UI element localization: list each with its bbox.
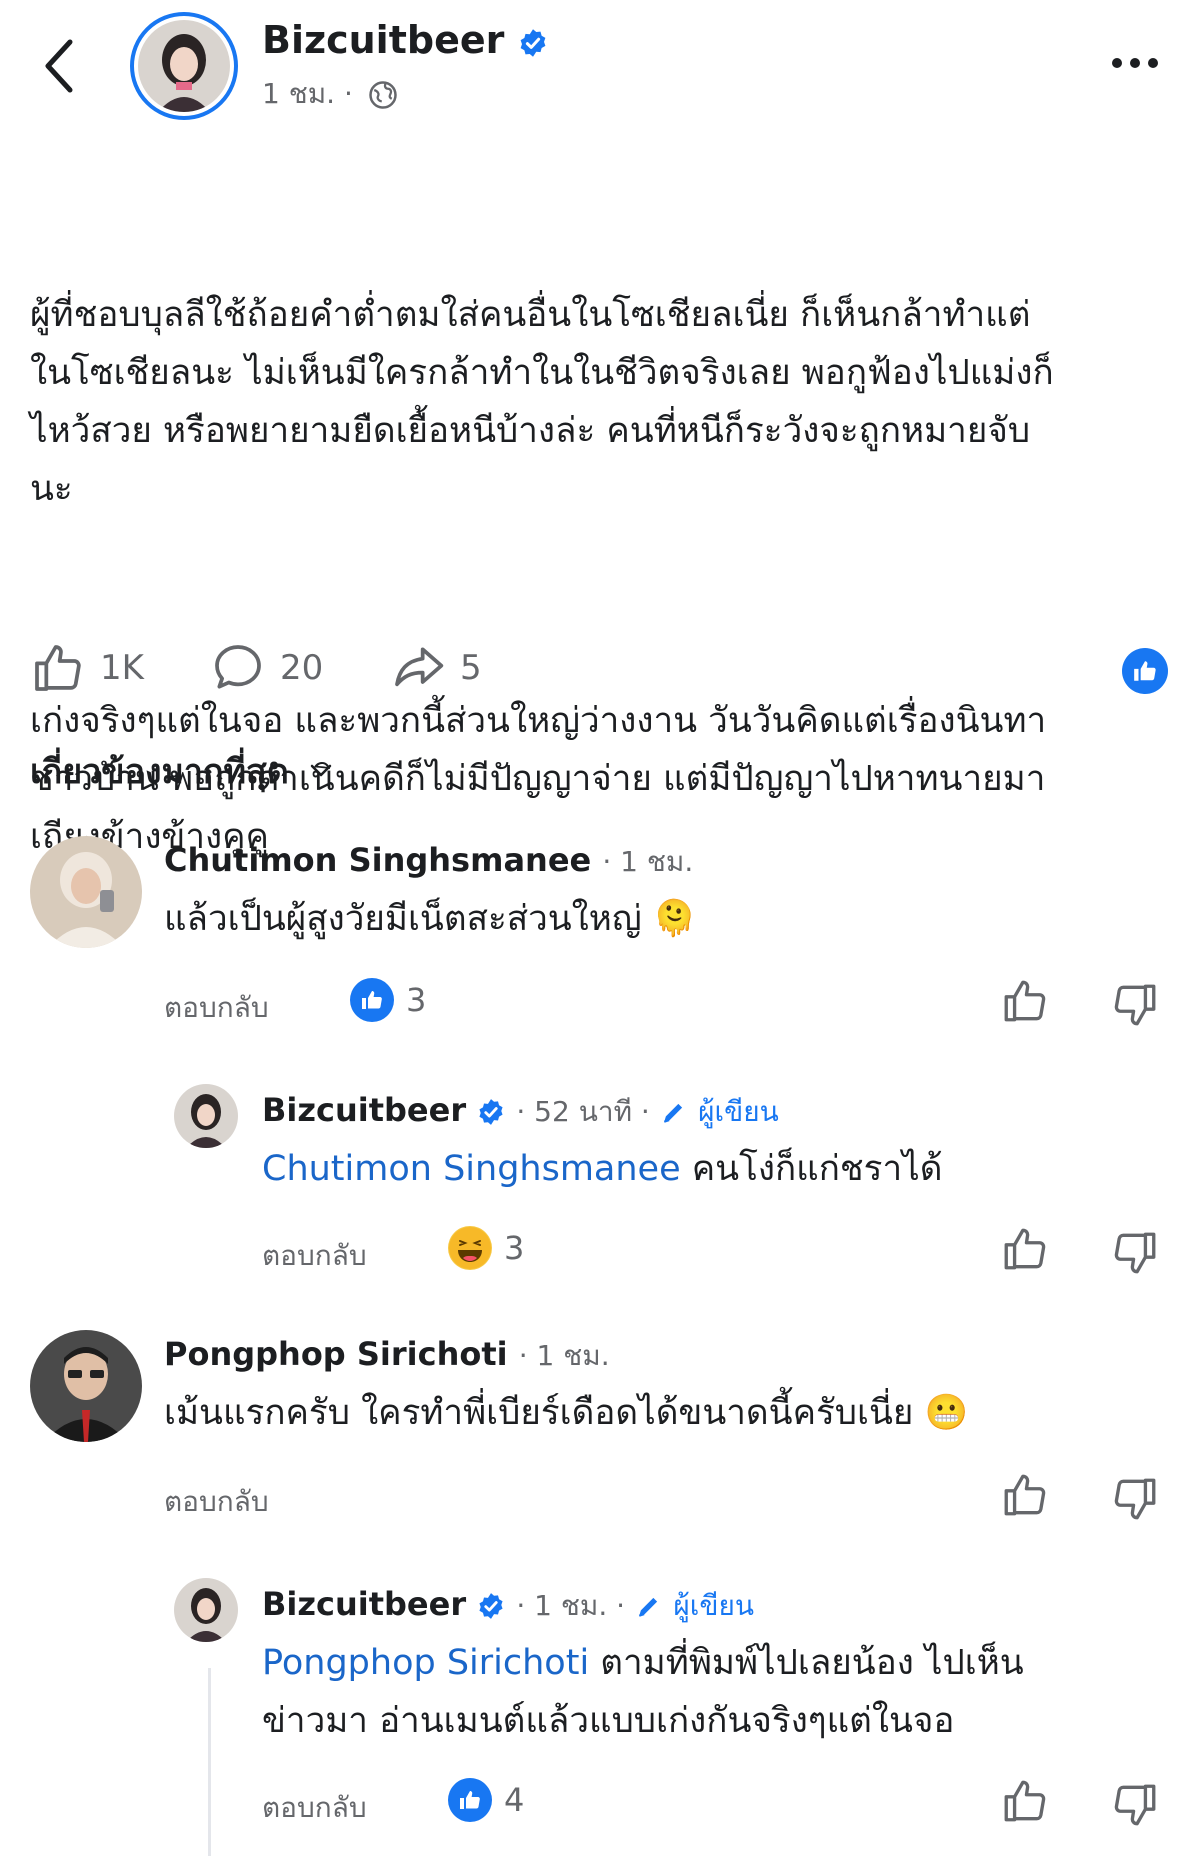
reply-button[interactable]: ตอบกลับ (164, 986, 269, 1030)
comment-text: เม้นแรกครับ ใครทำพี่เบียร์เดือดได้ขนาดนี… (164, 1384, 968, 1442)
comment-text-body: แล้วเป็นผู้สูงวัยมีเน็ตสะส่วนใหญ่ (164, 899, 642, 939)
pencil-icon (639, 1597, 658, 1617)
back-arrow-icon[interactable] (40, 38, 80, 94)
thumbs-up-icon[interactable] (1000, 1776, 1050, 1826)
comment-text-body: เม้นแรกครับ ใครทำพี่เบียร์เดือดได้ขนาดนี… (164, 1393, 914, 1433)
thumbs-up-icon (35, 645, 81, 691)
thumbs-down-icon[interactable] (1110, 1474, 1160, 1524)
reply-author-name[interactable]: Bizcuitbeer (262, 1585, 466, 1623)
comment-bubble-icon (215, 645, 261, 689)
like-reaction-icon (448, 1778, 492, 1822)
reply-header: Bizcuitbeer · 1 ชม. · ผู้เขียน (262, 1584, 754, 1628)
commenter-avatar[interactable] (30, 1330, 142, 1442)
thumbs-up-icon[interactable] (1000, 976, 1050, 1026)
reply-author-avatar[interactable] (174, 1578, 238, 1642)
comment-count: 20 (280, 648, 324, 688)
author-name-text[interactable]: Bizcuitbeer (262, 18, 504, 62)
post-meta: 1 ชม. · (262, 72, 398, 116)
comment-time: · 1 ชม. (602, 845, 694, 878)
thumbs-up-icon[interactable] (1000, 1224, 1050, 1274)
thumbs-up-icon[interactable] (1000, 1470, 1050, 1520)
post-body: ผู้ที่ชอบบุลลีใช้ถ้อยคำต่ำตมใส่คนอื่นในโ… (30, 170, 1180, 924)
reply-time: · 1 ชม. · (516, 1589, 626, 1622)
mention-link[interactable]: Chutimon Singhsmanee (262, 1149, 681, 1189)
thumbs-up-filled-icon (1134, 661, 1156, 681)
reaction-count: 3 (406, 981, 427, 1019)
thread-line (208, 1668, 211, 1856)
reply-text: Pongphop Sirichoti ตามที่พิมพ์ไปเลยน้อง … (262, 1634, 1024, 1750)
comment-header: Chutimon Singhsmanee · 1 ชม. (164, 840, 693, 884)
reply-text-line-1: ตามที่พิมพ์ไปเลยน้อง ไปเห็น (589, 1643, 1024, 1683)
reply-author-avatar[interactable] (174, 1084, 238, 1148)
profile-avatar[interactable] (130, 12, 238, 120)
comment-text: แล้วเป็นผู้สูงวัยมีเน็ตสะส่วนใหญ่ 🫠 (164, 890, 696, 948)
reply-text: Chutimon Singhsmanee คนโง่ก็แก่ชราได้ (262, 1140, 942, 1198)
author-badge: ผู้เขียน (673, 1589, 755, 1622)
comment-button[interactable]: 20 (210, 640, 323, 696)
comment-time: · 1 ชม. (518, 1339, 610, 1372)
pencil-icon (663, 1103, 683, 1123)
reply-button[interactable]: ตอบกลับ (262, 1234, 367, 1278)
like-reaction-icon (350, 978, 394, 1022)
reply-text-body: คนโง่ก็แก่ชราได้ (680, 1149, 943, 1189)
thumbs-down-icon[interactable] (1110, 1228, 1160, 1278)
grimacing-face-emoji: 😬 (924, 1393, 969, 1433)
like-count: 1K (100, 648, 144, 688)
sort-label: เกี่ยวข้องมากที่สุด (30, 752, 289, 792)
reply-button[interactable]: ตอบกลับ (164, 1480, 269, 1524)
chevron-down-icon (310, 764, 332, 777)
post-paragraph-1: ผู้ที่ชอบบุลลีใช้ถ้อยคำต่ำตมใส่คนอื่นในโ… (30, 295, 1054, 509)
author-name[interactable]: Bizcuitbeer (262, 18, 548, 62)
reaction-count: 3 (504, 1229, 525, 1267)
verified-badge-icon (479, 1099, 503, 1125)
verified-badge-icon (520, 28, 545, 57)
thumbs-down-icon[interactable] (1110, 980, 1160, 1030)
commenter-avatar[interactable] (30, 836, 142, 948)
thumbs-down-icon[interactable] (1110, 1780, 1160, 1830)
mention-link[interactable]: Pongphop Sirichoti (262, 1643, 589, 1683)
more-options-icon[interactable] (1105, 48, 1165, 78)
comment-reactions[interactable]: 3 (350, 978, 426, 1022)
reply-time: · 52 นาที · (516, 1095, 650, 1128)
reply-header: Bizcuitbeer · 52 นาที · ผู้เขียน (262, 1090, 779, 1134)
commenter-name[interactable]: Pongphop Sirichoti (164, 1335, 508, 1373)
globe-icon (369, 81, 397, 109)
reaction-count: 4 (504, 1781, 525, 1819)
reply-reactions[interactable]: 3 (448, 1226, 524, 1270)
reaction-like-badge[interactable] (1122, 648, 1168, 694)
like-button[interactable]: 1K (30, 640, 144, 696)
haha-reaction-icon (448, 1226, 492, 1270)
commenter-name[interactable]: Chutimon Singhsmanee (164, 841, 591, 879)
reply-text-line-2: ข่าวมา อ่านเมนต์แล้วแบบเก่งกันจริงๆแต่ใน… (262, 1701, 955, 1741)
reply-button[interactable]: ตอบกลับ (262, 1786, 367, 1830)
verified-badge-icon (479, 1593, 503, 1619)
reply-reactions[interactable]: 4 (448, 1778, 524, 1822)
share-button[interactable]: 5 (390, 640, 482, 696)
comment-header: Pongphop Sirichoti · 1 ชม. (164, 1334, 610, 1378)
share-arrow-icon (395, 647, 444, 687)
post-time: 1 ชม. · (262, 77, 353, 110)
author-badge: ผู้เขียน (698, 1095, 779, 1128)
reply-author-name[interactable]: Bizcuitbeer (262, 1091, 466, 1129)
melting-face-emoji: 🫠 (652, 899, 697, 939)
share-count: 5 (460, 648, 482, 688)
comment-sort-dropdown[interactable]: เกี่ยวข้องมากที่สุด (30, 744, 333, 798)
